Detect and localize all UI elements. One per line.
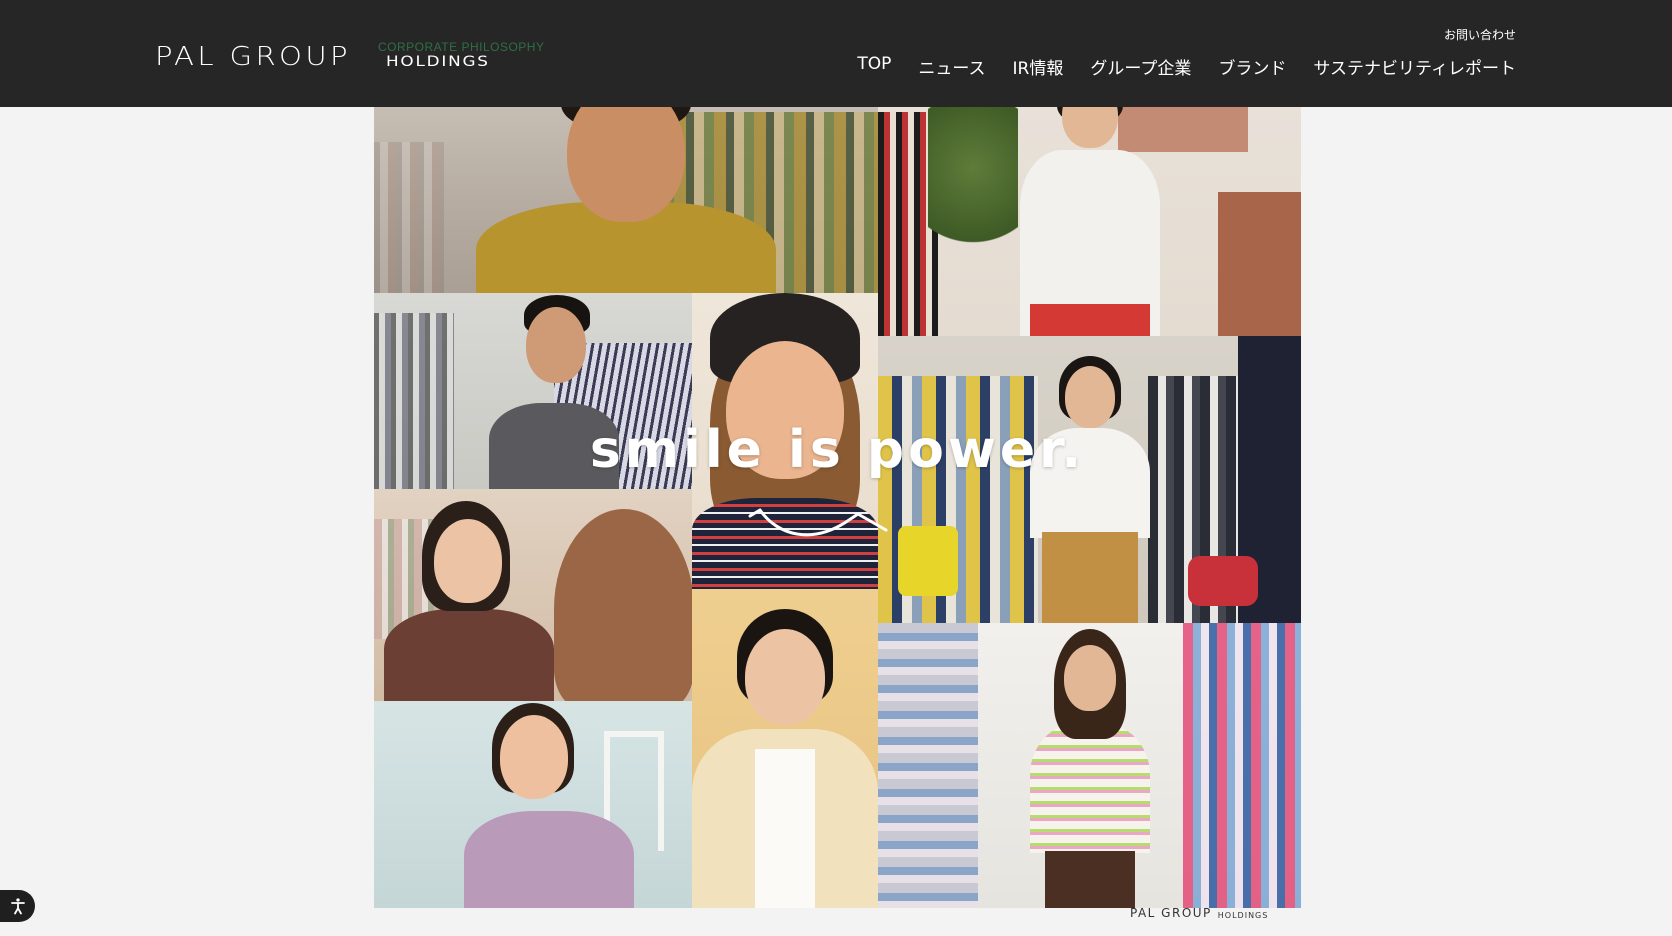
smile-curve-graphic xyxy=(748,508,888,537)
nav-item-news: ニュース xyxy=(918,54,985,79)
nav-link-top[interactable]: TOP xyxy=(857,54,891,74)
photo-tile-staff-6 xyxy=(374,489,692,701)
nav-link-brands[interactable]: ブランド xyxy=(1218,59,1286,79)
logo-sub-text: HOLDINGS xyxy=(385,54,490,70)
photo-tile-staff-7 xyxy=(692,589,878,908)
accessibility-icon xyxy=(10,898,25,915)
nav-item-top: TOP xyxy=(857,54,891,79)
nav-link-group-companies[interactable]: グループ企業 xyxy=(1090,59,1191,79)
nav-link-news[interactable]: ニュース xyxy=(918,59,985,79)
footer-logo: PAL GROUP HOLDINGS xyxy=(1130,906,1268,920)
nav-item-brands: ブランド xyxy=(1218,54,1286,79)
section-label: CORPORATE PHILOSOPHY xyxy=(378,40,545,54)
nav-item-sustainability: サステナビリティレポート xyxy=(1313,54,1516,79)
hero-photo-collage: smile is power. xyxy=(374,52,1301,908)
main-nav: TOP ニュース IR情報 グループ企業 ブランド サステナビリティレポート xyxy=(857,54,1516,79)
hero-tagline: smile is power. xyxy=(589,420,1086,480)
photo-tile-staff-8 xyxy=(374,701,692,908)
photo-tile-staff-9 xyxy=(878,623,1301,908)
site-header: PAL GROUP HOLDINGS お問い合わせ TOP ニュース IR情報 … xyxy=(0,0,1672,107)
nav-link-sustainability[interactable]: サステナビリティレポート xyxy=(1313,59,1516,79)
nav-link-ir[interactable]: IR情報 xyxy=(1013,59,1064,79)
logo-main-text: PAL GROUP xyxy=(155,42,351,72)
nav-item-group-companies: グループ企業 xyxy=(1090,54,1191,79)
nav-item-ir: IR情報 xyxy=(1013,54,1064,79)
footer-logo-main: PAL GROUP xyxy=(1130,906,1212,920)
contact-link[interactable]: お問い合わせ xyxy=(1444,26,1516,43)
accessibility-button[interactable] xyxy=(0,890,35,922)
footer-logo-sub: HOLDINGS xyxy=(1217,911,1269,920)
